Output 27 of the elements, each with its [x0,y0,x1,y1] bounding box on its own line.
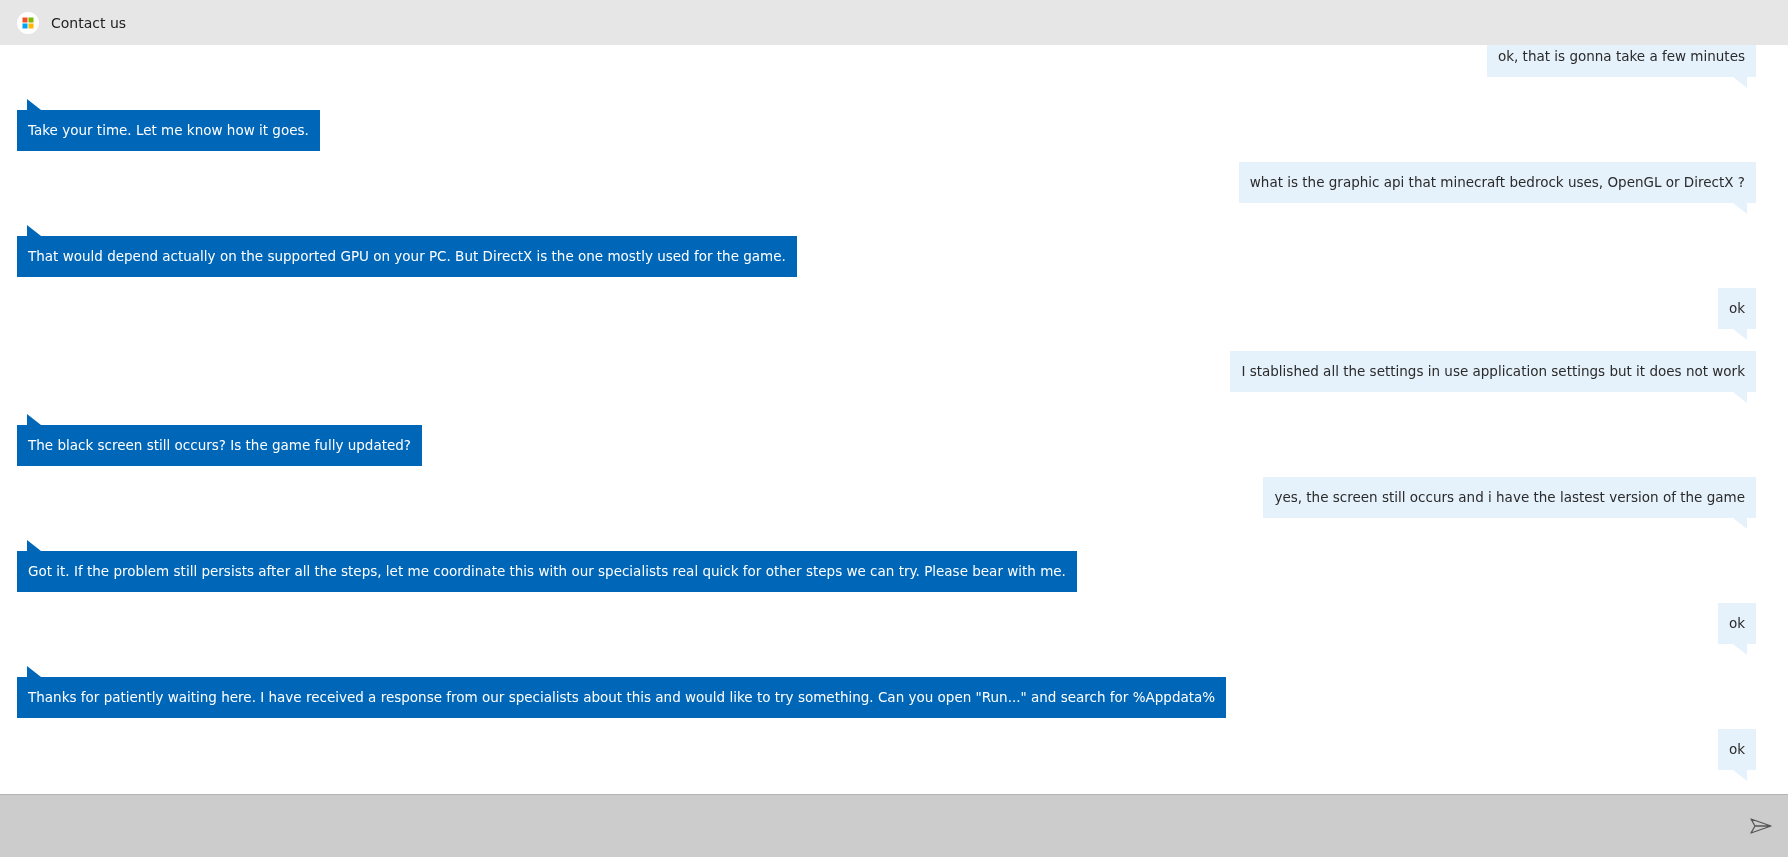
window-title: Contact us [51,14,127,31]
user-message: what is the graphic api that minecraft bedrock uses, OpenGL or DirectX ? [1238,162,1756,203]
agent-message: That would depend actually on the supported GPU on your PC. But DirectX is the one mostly used for the game. [17,236,797,277]
user-message: ok [1717,288,1756,329]
bubble-tail [1733,644,1747,655]
agent-message: The black screen still occurs? Is the game fully updated? [17,425,422,466]
user-message: ok, that is gonna take a few minutes [1486,45,1756,77]
bubble-tail [27,225,41,236]
bubble-tail [1733,203,1747,214]
user-message: ok [1717,603,1756,644]
user-message: I stablished all the settings in use application settings but it does not work [1230,351,1756,392]
bubble-tail [27,540,41,551]
bubble-tail [27,666,41,677]
agent-message: Take your time. Let me know how it goes. [17,110,320,151]
message-input-bar[interactable] [0,794,1788,857]
bubble-tail [1733,329,1747,340]
agent-message: Thanks for patiently waiting here. I have received a response from our specialists about this and would like to try something. Can you open "Run..." and search for %Appdata% [17,677,1227,718]
user-message: yes, the screen still occurs and i have the lastest version of the game [1263,477,1756,518]
bubble-tail [1733,77,1747,88]
bubble-tail [27,99,41,110]
bubble-tail [27,414,41,425]
logo-icon [17,11,39,34]
agent-message: Got it. If the problem still persists after all the steps, let me coordinate this with our specialists real quick for other steps we can try. Please bear with me. [17,551,1077,592]
user-message: ok [1717,729,1756,770]
bubble-tail [1733,770,1747,781]
bubble-tail [1733,518,1747,529]
bubble-tail [1733,392,1747,403]
